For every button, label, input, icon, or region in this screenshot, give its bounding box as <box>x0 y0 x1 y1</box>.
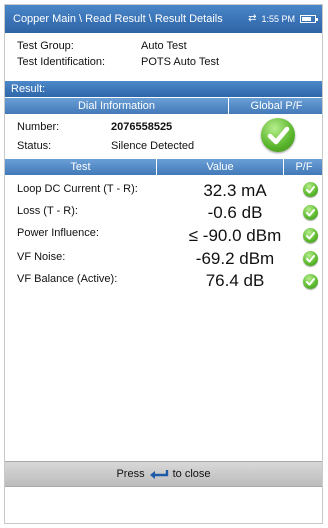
test-value-power-influence: ≤ -90.0 dBm <box>188 226 282 245</box>
battery-icon <box>300 14 318 23</box>
number-value: 2076558525 <box>111 121 173 133</box>
breadcrumb: Copper Main \ Read Result \ Result Detai… <box>13 13 223 25</box>
test-label-loop-dc: Loop DC Current (T - R): <box>17 183 138 195</box>
global-pass-check-icon <box>261 118 295 152</box>
pass-check-icon <box>303 251 318 266</box>
global-pf-header: Global P/F <box>229 98 322 114</box>
test-id-value: POTS Auto Test <box>141 56 220 68</box>
test-value-loop-dc: 32.3 mA <box>203 181 267 200</box>
test-label-vf-balance: VF Balance (Active): <box>17 273 118 285</box>
pass-check-icon <box>303 228 318 243</box>
result-section-bar: Result: <box>5 81 322 97</box>
test-value-vf-noise: -69.2 dBm <box>195 249 275 268</box>
table-header-row: Test Value P/F <box>5 159 322 175</box>
close-prompt-suffix: to close <box>172 468 211 480</box>
enter-arrow-icon <box>149 469 169 479</box>
pass-check-icon <box>303 274 318 289</box>
test-label-power-influence: Power Influence: <box>17 227 99 239</box>
status-label: Status: <box>17 140 52 152</box>
status-value: Silence Detected <box>111 140 195 152</box>
status-area: ⇄ 1:55 PM <box>248 13 318 24</box>
test-value-vf-balance: 76.4 dB <box>205 271 265 290</box>
sync-icon: ⇄ <box>248 13 257 24</box>
pass-check-icon <box>303 205 318 220</box>
close-prompt-prefix: Press <box>116 468 145 480</box>
title-bar: Copper Main \ Read Result \ Result Detai… <box>5 5 322 33</box>
pass-check-icon <box>303 182 318 197</box>
test-value-loss: -0.6 dB <box>207 203 263 222</box>
test-label-vf-noise: VF Noise: <box>17 251 66 263</box>
dial-info-header: Dial Information <box>5 98 229 114</box>
result-details-screen: Copper Main \ Read Result \ Result Detai… <box>4 4 323 524</box>
test-group-label: Test Group: <box>17 40 74 52</box>
test-column-header: Test <box>5 159 157 175</box>
test-group-value: Auto Test <box>141 40 187 52</box>
test-label-loss: Loss (T - R): <box>17 205 78 217</box>
battery-level <box>302 16 312 21</box>
test-id-label: Test Identification: <box>17 56 106 68</box>
number-label: Number: <box>17 121 60 133</box>
pf-column-header: P/F <box>284 159 322 175</box>
clock: 1:55 PM <box>261 13 295 24</box>
close-prompt-bar[interactable]: Press to close <box>5 461 322 487</box>
dial-header-row: Dial Information Global P/F <box>5 98 322 114</box>
value-column-header: Value <box>157 159 284 175</box>
